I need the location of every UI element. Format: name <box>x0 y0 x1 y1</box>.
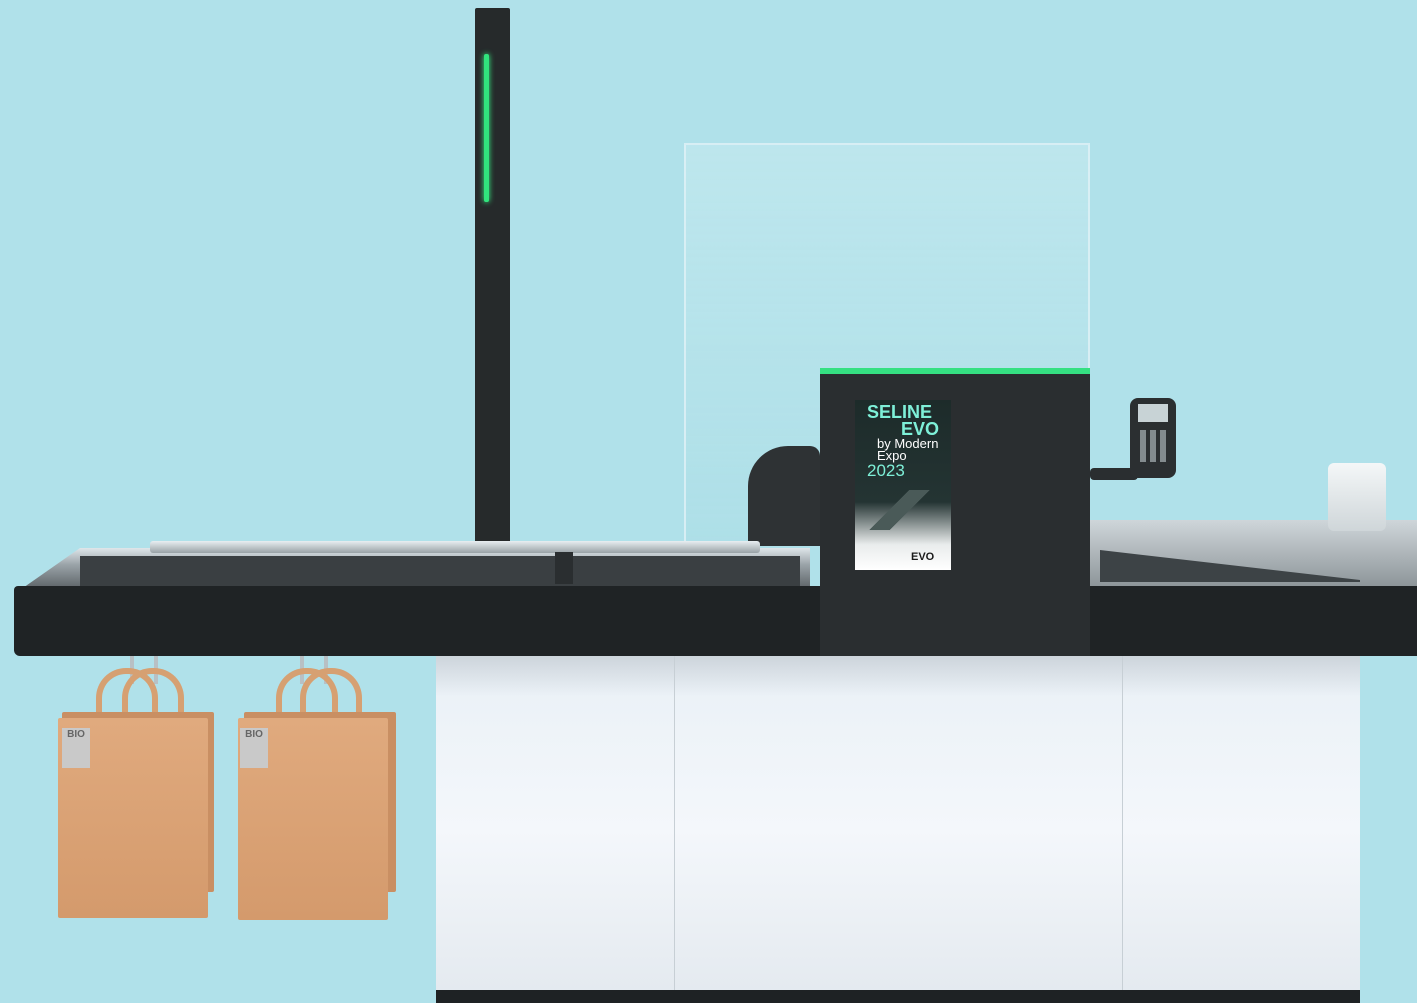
terminal-keypad[interactable] <box>1140 430 1168 462</box>
left-conveyor-front <box>14 586 820 656</box>
scanner-pole <box>475 8 510 568</box>
bag-label: BIO <box>62 728 90 768</box>
cabinet-shadow <box>436 656 1360 696</box>
poster-graphic <box>855 490 951 530</box>
poster-logo: EVO <box>911 551 935 563</box>
poster-year: 2023 <box>867 461 905 480</box>
end-unit <box>1328 463 1386 531</box>
left-conveyor-belt <box>80 556 800 586</box>
cabinet-plinth <box>436 990 1360 1003</box>
terminal-screen <box>1138 404 1168 422</box>
order-divider <box>555 552 573 584</box>
cabinet-seam <box>674 656 675 1003</box>
bag-label: BIO <box>240 728 268 768</box>
right-conveyor-front <box>1088 586 1417 656</box>
tower-light-strip <box>820 368 1090 374</box>
promo-poster: SELINE EVO by Modern Expo 2023 EVO <box>855 400 951 570</box>
pole-status-light <box>484 54 489 202</box>
base-cabinet <box>436 656 1360 1003</box>
conveyor-rail <box>150 541 760 553</box>
cabinet-seam <box>1122 656 1123 1003</box>
cashier-chair <box>748 446 820 546</box>
